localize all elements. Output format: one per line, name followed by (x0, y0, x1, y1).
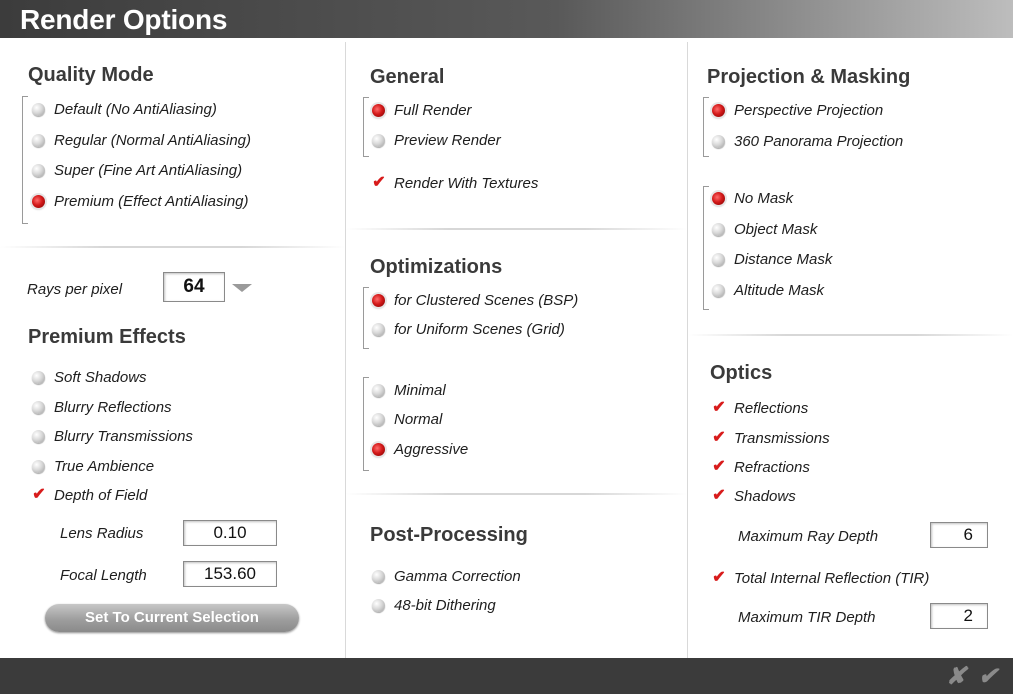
optimizations-scene-bracket (363, 287, 369, 349)
quality-premium-radio[interactable]: Premium (Effect AntiAliasing) (32, 190, 249, 212)
radio-icon (372, 383, 385, 397)
post-processing-heading: Post-Processing (370, 524, 528, 546)
divider-optimizations (346, 493, 687, 495)
checkmark-icon: ✔ (32, 486, 46, 503)
divider-projection (688, 334, 1013, 336)
checkmark-icon: ✔ (712, 458, 726, 475)
optimizations-heading: Optimizations (370, 256, 503, 278)
no-mask-radio[interactable]: No Mask (712, 187, 793, 209)
radio-icon (32, 163, 45, 177)
lens-radius-label: Lens Radius (60, 525, 144, 542)
tir-checkbox[interactable]: ✔ Total Internal Reflection (TIR) (712, 567, 929, 589)
quality-super-radio[interactable]: Super (Fine Art AntiAliasing) (32, 159, 242, 181)
radio-icon (372, 598, 385, 612)
48-bit-dithering-radio[interactable]: 48-bit Dithering (372, 594, 496, 616)
optimizations-level-bracket (363, 377, 369, 471)
radio-icon (32, 370, 45, 384)
gamma-correction-radio[interactable]: Gamma Correction (372, 565, 521, 587)
cancel-icon[interactable]: ✘ (946, 662, 966, 691)
rays-per-pixel-label: Rays per pixel (27, 281, 123, 298)
checkmark-icon: ✔ (712, 569, 726, 586)
footer-bar: ✘ ✔ (0, 658, 1013, 694)
radio-icon (712, 134, 725, 148)
altitude-mask-radio[interactable]: Altitude Mask (712, 279, 824, 301)
radio-selected-icon (372, 442, 385, 456)
soft-shadows-radio[interactable]: Soft Shadows (32, 366, 147, 388)
transmissions-checkbox[interactable]: ✔ Transmissions (712, 427, 829, 449)
quality-mode-bracket (22, 96, 28, 224)
radio-icon (372, 322, 385, 336)
lens-radius-field[interactable]: 0.10 (183, 520, 277, 546)
quality-regular-radio[interactable]: Regular (Normal AntiAliasing) (32, 129, 251, 151)
distance-mask-radio[interactable]: Distance Mask (712, 248, 832, 270)
radio-icon (32, 400, 45, 414)
max-ray-depth-label: Maximum Ray Depth (738, 528, 879, 545)
max-tir-depth-label: Maximum TIR Depth (738, 609, 876, 626)
premium-effects-heading: Premium Effects (28, 326, 186, 348)
quality-mode-heading: Quality Mode (28, 64, 154, 86)
radio-selected-icon (372, 293, 385, 307)
radio-icon (32, 459, 45, 473)
shadows-checkbox[interactable]: ✔ Shadows (712, 485, 795, 507)
radio-icon (372, 133, 385, 147)
radio-icon (32, 429, 45, 443)
optics-heading: Optics (710, 362, 773, 384)
full-render-radio[interactable]: Full Render (372, 99, 472, 121)
render-with-textures-checkbox[interactable]: ✔ Render With Textures (372, 172, 538, 194)
refractions-checkbox[interactable]: ✔ Refractions (712, 456, 810, 478)
divider-general (346, 228, 687, 230)
mask-bracket (703, 186, 709, 310)
radio-icon (372, 569, 385, 583)
aggressive-radio[interactable]: Aggressive (372, 438, 468, 460)
rays-dropdown-arrow-icon[interactable] (232, 284, 252, 292)
preview-render-radio[interactable]: Preview Render (372, 129, 501, 151)
focal-length-label: Focal Length (60, 567, 147, 584)
set-to-current-selection-button[interactable]: Set To Current Selection (45, 604, 299, 632)
radio-icon (712, 252, 725, 266)
radio-selected-icon (372, 103, 385, 117)
true-ambience-radio[interactable]: True Ambience (32, 455, 154, 477)
depth-of-field-checkbox[interactable]: ✔ Depth of Field (32, 484, 147, 506)
rays-per-pixel-field[interactable]: 64 (163, 272, 225, 302)
checkmark-icon: ✔ (712, 429, 726, 446)
max-tir-depth-field[interactable]: 2 (930, 603, 988, 629)
radio-icon (372, 412, 385, 426)
blurry-transmissions-radio[interactable]: Blurry Transmissions (32, 425, 193, 447)
radio-selected-icon (32, 194, 45, 208)
general-heading: General (370, 66, 445, 88)
radio-icon (712, 222, 725, 236)
radio-icon (32, 133, 45, 147)
checkmark-icon: ✔ (372, 174, 386, 191)
column-divider-1 (345, 42, 346, 658)
radio-icon (32, 102, 45, 116)
checkmark-icon: ✔ (712, 487, 726, 504)
panorama-projection-radio[interactable]: 360 Panorama Projection (712, 130, 903, 152)
checkmark-icon: ✔ (712, 399, 726, 416)
radio-selected-icon (712, 103, 725, 117)
minimal-radio[interactable]: Minimal (372, 379, 446, 401)
reflections-checkbox[interactable]: ✔ Reflections (712, 397, 808, 419)
quality-default-radio[interactable]: Default (No AntiAliasing) (32, 98, 217, 120)
radio-selected-icon (712, 191, 725, 205)
focal-length-field[interactable]: 153.60 (183, 561, 277, 587)
normal-radio[interactable]: Normal (372, 408, 442, 430)
clustered-scenes-radio[interactable]: for Clustered Scenes (BSP) (372, 289, 578, 311)
title-bar: Render Options (0, 0, 1013, 40)
projection-masking-heading: Projection & Masking (707, 66, 911, 88)
blurry-reflections-radio[interactable]: Blurry Reflections (32, 396, 172, 418)
ok-icon[interactable]: ✔ (978, 662, 998, 691)
uniform-scenes-radio[interactable]: for Uniform Scenes (Grid) (372, 318, 565, 340)
perspective-projection-radio[interactable]: Perspective Projection (712, 99, 883, 121)
window-title: Render Options (20, 4, 228, 35)
general-bracket (363, 97, 369, 157)
column-divider-2 (687, 42, 688, 658)
projection-bracket (703, 97, 709, 157)
divider-quality (0, 246, 345, 248)
max-ray-depth-field[interactable]: 6 (930, 522, 988, 548)
object-mask-radio[interactable]: Object Mask (712, 218, 817, 240)
radio-icon (712, 283, 725, 297)
